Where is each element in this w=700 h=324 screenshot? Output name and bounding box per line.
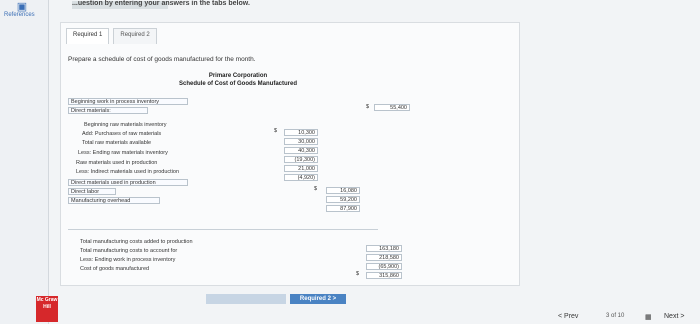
schedule-title: Schedule of Cost of Goods Manufactured bbox=[178, 81, 297, 87]
purchases-value[interactable]: 30,000 bbox=[284, 138, 318, 145]
bwip-label[interactable]: Beginning work in process inventory bbox=[68, 98, 188, 105]
references-label[interactable]: References bbox=[4, 12, 35, 18]
total-raw-value[interactable]: 40,300 bbox=[284, 147, 318, 154]
total-added-value[interactable]: 163,180 bbox=[366, 245, 402, 252]
prev-button[interactable]: < Prev bbox=[558, 313, 598, 323]
publisher-logo: Mc Graw Hill bbox=[36, 296, 58, 322]
next-button[interactable]: Next > bbox=[664, 313, 700, 323]
dm-used-label[interactable]: Direct materials used in production bbox=[68, 179, 188, 186]
dm-used-dollar: $ bbox=[314, 186, 318, 192]
end-raw-label: Less: Ending raw materials inventory bbox=[78, 150, 168, 156]
overhead-label[interactable]: Manufacturing overhead bbox=[68, 197, 160, 204]
tab-required-1[interactable]: Required 1 bbox=[66, 28, 110, 44]
raw-used-label: Raw materials used in production bbox=[76, 160, 158, 166]
total-account-label: Total manufacturing costs to account for bbox=[80, 248, 178, 254]
raw-used-value[interactable]: 21,000 bbox=[284, 165, 318, 172]
prompt-text: Prepare a schedule of cost of goods manu… bbox=[68, 56, 256, 63]
purchases-label: Add: Purchases of raw materials bbox=[82, 131, 162, 137]
page-indicator: 3 of 10 bbox=[606, 313, 625, 319]
direct-labor-value[interactable]: 59,200 bbox=[326, 196, 360, 203]
beg-raw-value[interactable]: 10,300 bbox=[284, 129, 318, 136]
company-name: Primare Corporation bbox=[208, 73, 268, 79]
cogm-value[interactable]: 315,860 bbox=[366, 272, 402, 279]
bwip-value[interactable]: 55,400 bbox=[374, 104, 410, 111]
indirect-value[interactable]: (4,920) bbox=[284, 174, 318, 181]
ewip-value[interactable]: (65,900) bbox=[366, 263, 402, 270]
divider bbox=[68, 229, 378, 230]
left-rail: ▣ References Mc Graw Hill bbox=[0, 0, 58, 324]
tab-required-2[interactable]: Required 2 bbox=[113, 28, 157, 44]
total-raw-label: Total raw materials available bbox=[82, 140, 152, 146]
cogm-label: Cost of goods manufactured bbox=[80, 266, 150, 272]
total-added-label: Total manufacturing costs added to produ… bbox=[80, 239, 193, 245]
end-raw-value[interactable]: (19,300) bbox=[284, 156, 318, 163]
direct-labor-label[interactable]: Direct labor bbox=[68, 188, 116, 195]
cogm-dollar: $ bbox=[356, 271, 360, 277]
total-account-value[interactable]: 218,580 bbox=[366, 254, 402, 261]
beg-raw-label: Beginning raw materials inventory bbox=[84, 122, 167, 128]
grid-icon[interactable]: ▦ bbox=[645, 313, 655, 321]
direct-materials-label[interactable]: Direct materials: bbox=[68, 107, 148, 114]
bwip-dollar: $ bbox=[366, 104, 370, 110]
overhead-value[interactable]: 87,900 bbox=[326, 205, 360, 212]
indirect-label: Less: Indirect materials used in product… bbox=[76, 169, 180, 175]
requirement-tabs: Required 1 Required 2 bbox=[66, 28, 161, 44]
dm-used-value[interactable]: 16,080 bbox=[326, 187, 360, 194]
required-1-nav-button[interactable] bbox=[206, 294, 286, 304]
beg-raw-dollar: $ bbox=[274, 128, 278, 134]
required-2-nav-button[interactable]: Required 2 > bbox=[290, 294, 346, 304]
instruction-text: ...uestion by entering your answers in t… bbox=[72, 0, 250, 7]
references-icon[interactable]: ▣ bbox=[14, 2, 30, 13]
ewip-label: Less: Ending work in process inventory bbox=[80, 257, 176, 263]
